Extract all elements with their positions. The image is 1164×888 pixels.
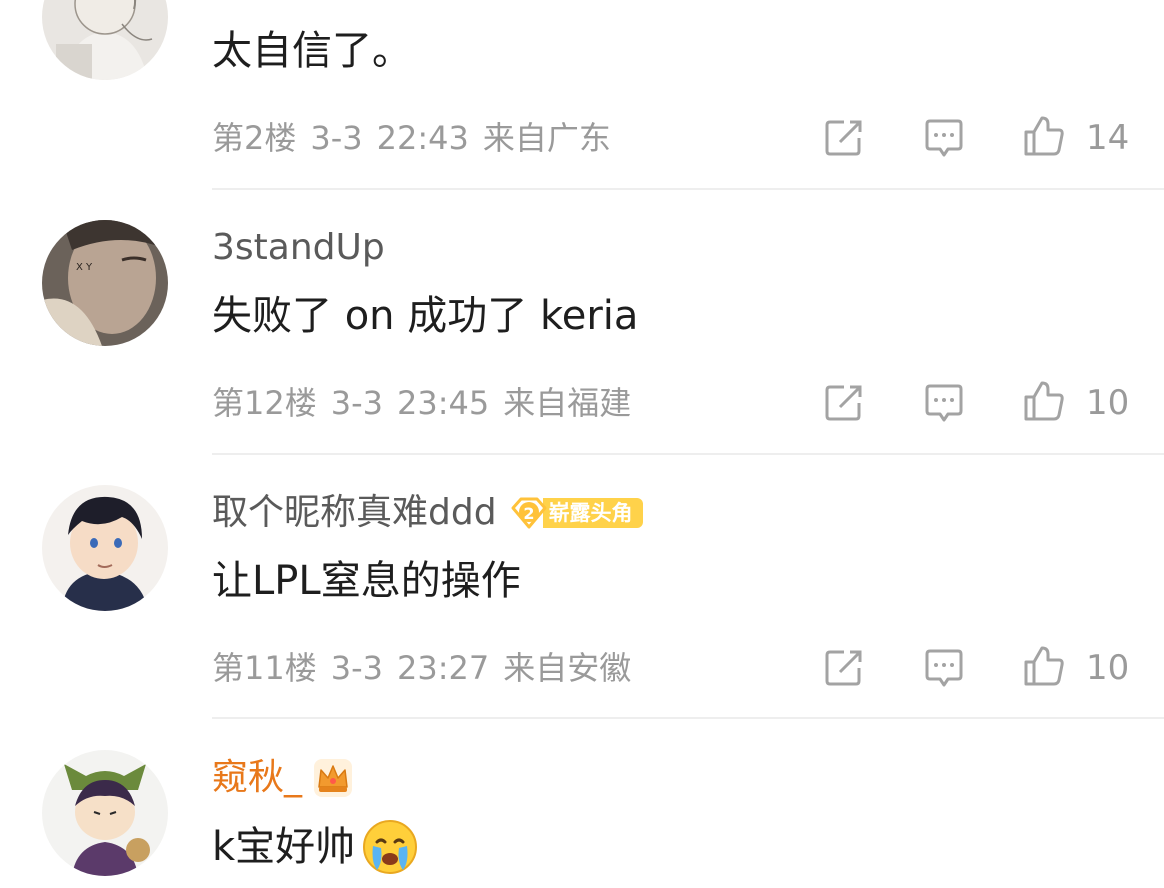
comment-text: 让LPL窒息的操作 [212, 558, 521, 604]
share-button[interactable] [822, 116, 866, 160]
comment-text: 太自信了。 [212, 28, 412, 74]
share-button[interactable] [822, 646, 866, 690]
thumbs-up-icon [1024, 116, 1064, 156]
comment-location: 来自安徽 [503, 649, 632, 687]
comment-location: 来自福建 [503, 384, 632, 422]
username[interactable]: 3standUp [212, 226, 385, 270]
svg-text:X Y: X Y [76, 262, 93, 273]
share-icon [825, 120, 862, 156]
share-icon [825, 650, 862, 686]
like-button[interactable] [1022, 644, 1066, 688]
floor-number: 第2楼 [212, 119, 297, 157]
vip-crown-icon [312, 757, 354, 799]
like-button[interactable] [1022, 114, 1066, 158]
comment-date: 3-3 [330, 384, 383, 422]
crying-face-icon [361, 818, 419, 876]
badge-label: 崭露头角 [542, 498, 643, 528]
comment-time: 23:27 [397, 649, 490, 687]
comment-icon [925, 384, 963, 422]
divider [212, 188, 1164, 190]
comment-icon [925, 649, 963, 687]
comment-time: 22:43 [376, 119, 469, 157]
thumbs-up-icon [1024, 381, 1064, 421]
diamond-icon: 2 [509, 496, 549, 530]
comment-date: 3-3 [330, 649, 383, 687]
username[interactable]: 窥秋_ [212, 756, 354, 800]
comment-text: k宝好帅 [212, 818, 419, 876]
like-button[interactable] [1022, 379, 1066, 423]
thumbs-up-icon [1024, 646, 1064, 686]
divider [212, 717, 1164, 719]
reply-button[interactable] [922, 116, 966, 160]
comment-location: 来自广东 [482, 119, 611, 157]
avatar[interactable] [42, 750, 168, 876]
comment-meta: 第11楼 3-3 23:27 来自安徽 [212, 648, 631, 688]
divider [212, 453, 1164, 455]
reply-button[interactable] [922, 381, 966, 425]
svg-text:2: 2 [523, 504, 534, 523]
floor-number: 第12楼 [212, 384, 317, 422]
avatar[interactable] [42, 485, 168, 611]
reply-button[interactable] [922, 646, 966, 690]
like-count: 14 [1086, 118, 1130, 158]
comment-meta: 第12楼 3-3 23:45 来自福建 [212, 383, 631, 423]
comment-date: 3-3 [310, 119, 363, 157]
comment-text: 失败了 on 成功了 keria [212, 293, 639, 339]
avatar[interactable] [42, 0, 168, 80]
floor-number: 第11楼 [212, 649, 317, 687]
username[interactable]: 取个昵称真难ddd 2 崭露头角 [212, 491, 643, 535]
share-button[interactable] [822, 381, 866, 425]
like-count: 10 [1086, 648, 1130, 688]
level-badge: 2 崭露头角 [509, 496, 643, 530]
share-icon [825, 385, 862, 421]
comment-icon [925, 119, 963, 157]
like-count: 10 [1086, 383, 1130, 423]
comment-time: 23:45 [397, 384, 490, 422]
avatar[interactable]: X Y [42, 220, 168, 346]
comment-meta: 第2楼 3-3 22:43 来自广东 [212, 118, 611, 158]
